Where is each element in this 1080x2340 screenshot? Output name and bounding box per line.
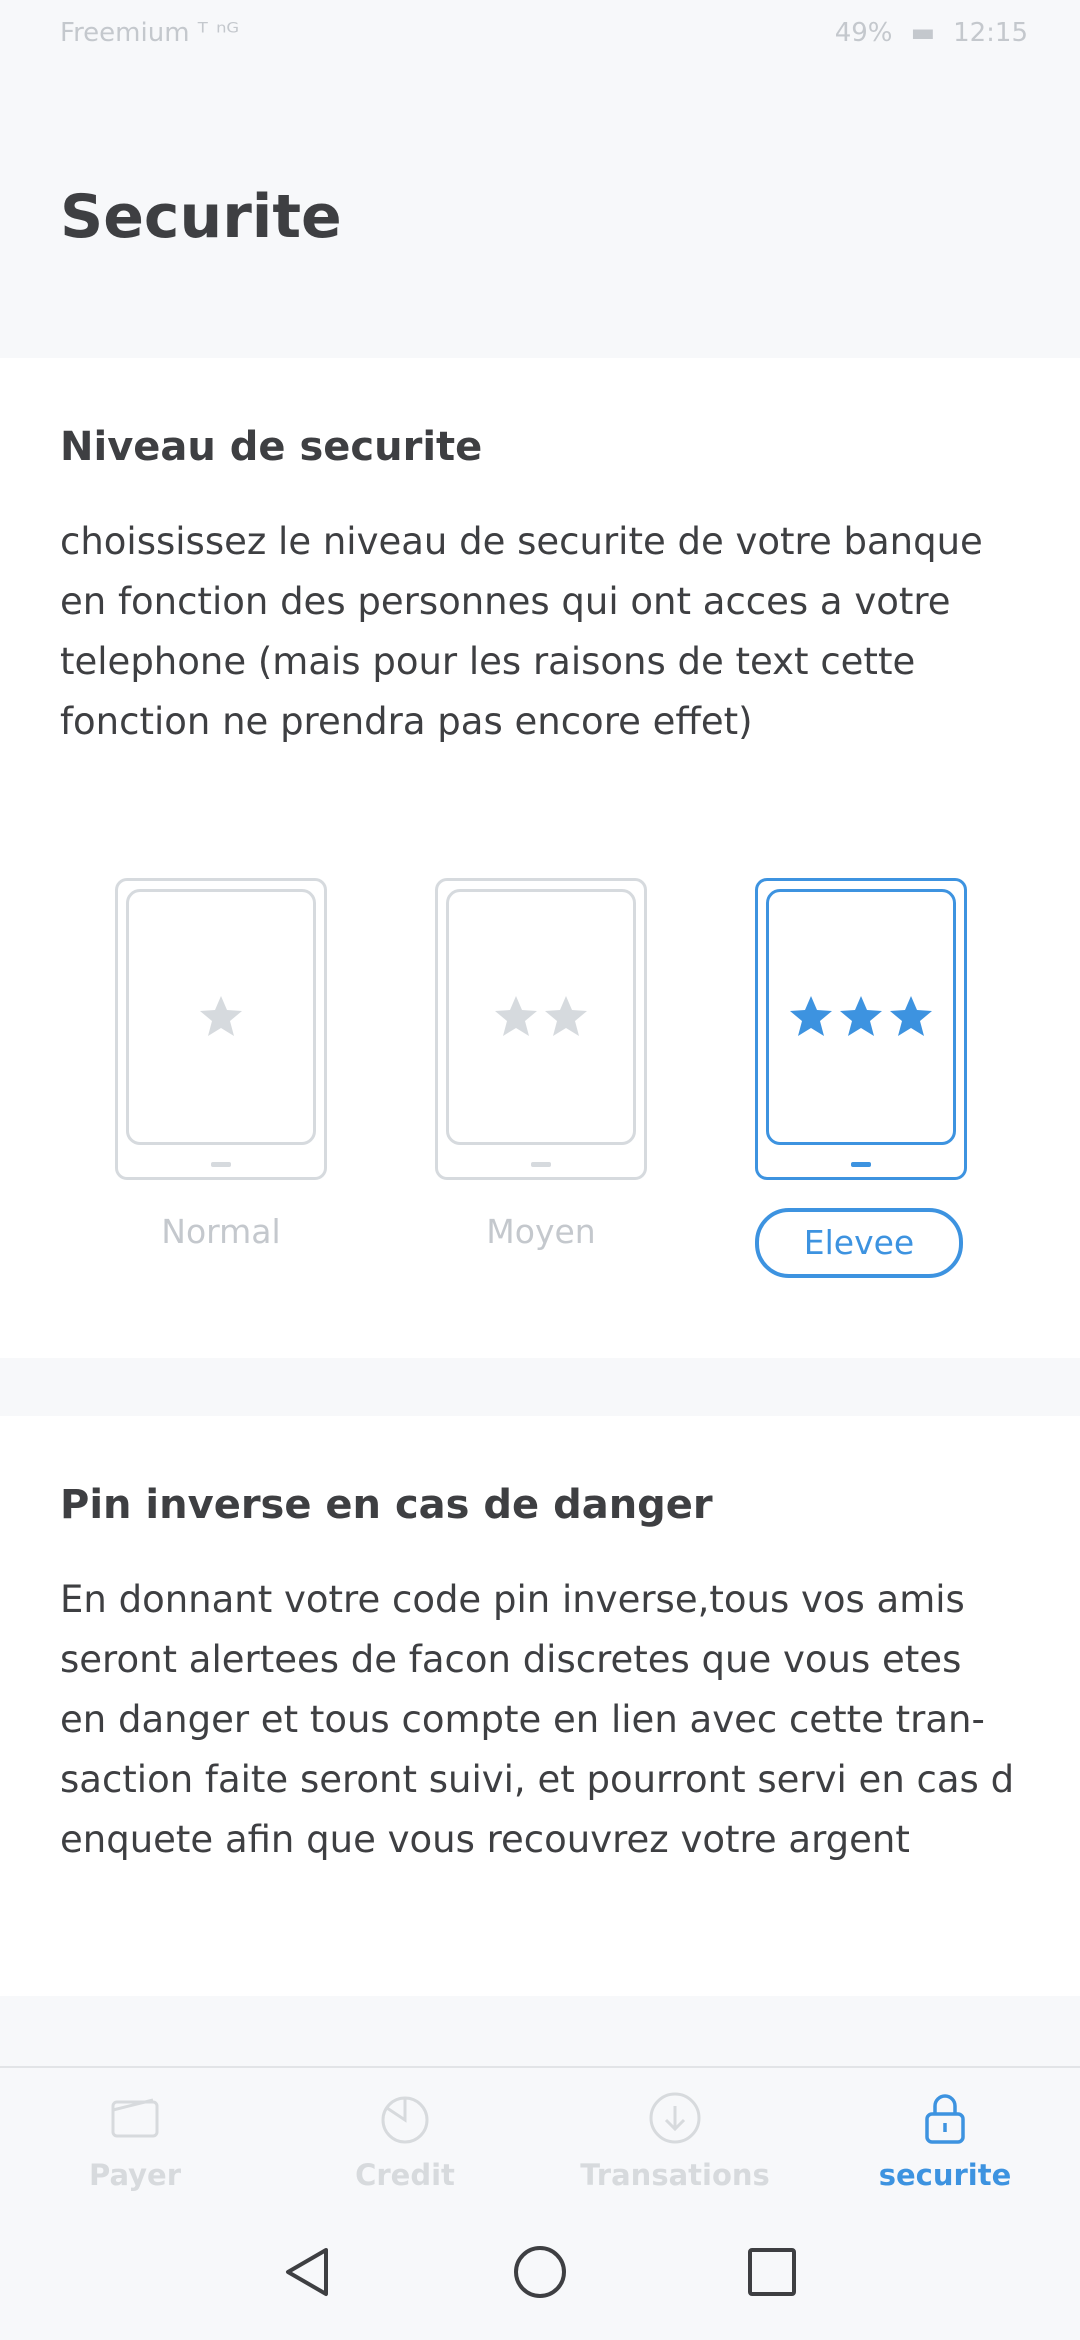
star-icon bbox=[200, 996, 242, 1036]
wallet-icon bbox=[111, 2098, 159, 2138]
description-line: seront alertees de facon discretes que v… bbox=[60, 1638, 962, 1681]
phone-icon bbox=[755, 878, 967, 1180]
bottom-nav: Payer Credit Transations securite bbox=[0, 2066, 1080, 2214]
stars-icon bbox=[786, 992, 936, 1042]
security-level-description: choississez le niveau de securite de vot… bbox=[60, 520, 983, 743]
status-icons: 49% ▬ 12:15 bbox=[835, 18, 1028, 48]
reverse-pin-description: En donnant votre code pin inverse,tous v… bbox=[60, 1570, 1040, 1870]
battery-text: 49% bbox=[834, 18, 893, 48]
description-line: enquete afin que vous recouvrez votre ar… bbox=[60, 1818, 910, 1861]
star-icon bbox=[840, 996, 882, 1036]
nav-label-securite: securite bbox=[878, 2158, 1012, 2192]
security-level-title: Niveau de securite bbox=[60, 424, 483, 470]
nav-label-credit: Credit bbox=[355, 2158, 455, 2192]
level-option-normal[interactable]: Normal bbox=[115, 878, 327, 1251]
nav-item-payer[interactable]: Payer bbox=[0, 2068, 270, 2214]
level-option-elevee[interactable]: Elevee bbox=[755, 878, 967, 1278]
description-line: En donnant votre code pin inverse,tous v… bbox=[60, 1578, 965, 1621]
nav-item-transations[interactable]: Transations bbox=[540, 2068, 810, 2214]
reverse-pin-title: Pin inverse en cas de danger bbox=[60, 1482, 713, 1528]
nav-item-credit[interactable]: Credit bbox=[270, 2068, 540, 2214]
level-option-moyen[interactable]: Moyen bbox=[435, 878, 647, 1251]
clock: 12:15 bbox=[953, 18, 1028, 48]
star-icon bbox=[790, 996, 832, 1036]
reverse-pin-card: Pin inverse en cas de danger En donnant … bbox=[0, 1416, 1080, 1996]
level-label-normal: Normal bbox=[161, 1212, 281, 1251]
download-circle-icon bbox=[649, 2092, 701, 2144]
nav-label-transations: Transations bbox=[580, 2158, 770, 2192]
security-level-options: Normal Moyen Elevee bbox=[0, 878, 1080, 1298]
phone-icon bbox=[435, 878, 647, 1180]
lock-icon bbox=[925, 2094, 965, 2144]
back-triangle-icon[interactable] bbox=[278, 2242, 338, 2302]
status-bar: Freemium ᵀ ⁿᴳ 49% ▬ 12:15 bbox=[0, 0, 1080, 72]
stars-icon bbox=[196, 992, 246, 1042]
security-level-card: Niveau de securite choississez le niveau… bbox=[0, 358, 1080, 1358]
description-line: saction faite seront suivi, et pourront … bbox=[60, 1758, 1015, 1801]
phone-icon bbox=[115, 878, 327, 1180]
pie-chart-icon bbox=[381, 2096, 429, 2144]
carrier-text: Freemium ᵀ ⁿᴳ bbox=[60, 18, 240, 48]
nav-item-securite[interactable]: securite bbox=[810, 2068, 1080, 2214]
star-icon bbox=[545, 996, 587, 1036]
system-nav bbox=[0, 2212, 1080, 2340]
star-icon bbox=[495, 996, 537, 1036]
battery-icon: ▬ bbox=[910, 18, 936, 48]
level-label-moyen: Moyen bbox=[486, 1212, 596, 1251]
recents-square-icon[interactable] bbox=[742, 2242, 802, 2302]
star-icon bbox=[890, 996, 932, 1036]
level-label-elevee[interactable]: Elevee bbox=[755, 1208, 963, 1278]
stars-icon bbox=[491, 992, 591, 1042]
home-circle-icon[interactable] bbox=[510, 2242, 570, 2302]
nav-label-payer: Payer bbox=[88, 2158, 182, 2192]
page-title: Securite bbox=[60, 182, 342, 252]
description-line: en danger et tous compte en lien avec ce… bbox=[60, 1698, 985, 1741]
